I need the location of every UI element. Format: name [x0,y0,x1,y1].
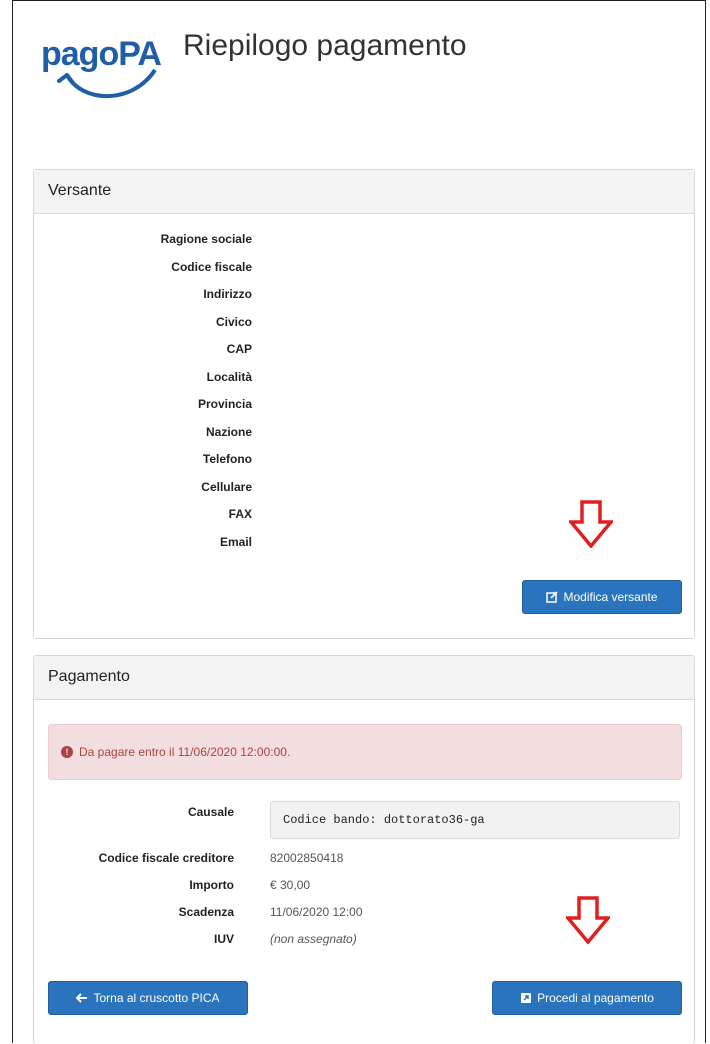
down-arrow-icon [569,500,613,548]
versante-panel: Versante Ragione sociale Codice fiscale … [33,169,695,639]
field-label: Indirizzo [203,287,252,301]
cf-creditore-label: Codice fiscale creditore [98,851,234,865]
field-label: CAP [226,342,252,356]
logo-text: pagoPA [41,35,161,73]
importo-value: € 30,00 [270,878,311,892]
iuv-label: IUV [213,932,234,946]
causale-label: Causale [187,805,234,819]
pagamento-heading: Pagamento [34,656,694,700]
modifica-versante-button[interactable]: Modifica versante [522,580,682,614]
page: pagoPA Riepilogo pagamento Versante Ragi… [12,0,706,1044]
alert-text: Da pagare entro il 11/06/2020 12:00:00. [79,745,291,759]
procedi-pagamento-label: Procedi al pagamento [537,991,654,1005]
field-label: Telefono [202,452,252,466]
importo-label: Importo [189,878,234,892]
down-arrow-icon [566,896,610,944]
versante-heading: Versante [34,170,694,214]
field-label: Provincia [197,397,252,411]
external-link-icon [521,993,532,1003]
field-label: Ragione sociale [160,232,252,246]
deadline-alert: ! Da pagare entro il 11/06/2020 12:00:00… [48,724,682,780]
iuv-value: (non assegnato) [270,932,357,946]
pagamento-panel: Pagamento ! Da pagare entro il 11/06/202… [33,655,695,1044]
header: pagoPA Riepilogo pagamento [13,1,705,131]
field-label: Codice fiscale [171,259,252,274]
torna-cruscotto-button[interactable]: Torna al cruscotto PICA [48,981,248,1015]
arrow-left-icon [76,993,88,1003]
field-label: Civico [215,314,252,329]
torna-cruscotto-label: Torna al cruscotto PICA [93,991,220,1005]
field-label: Cellulare [201,479,252,494]
page-title: Riepilogo pagamento [183,29,467,62]
edit-icon [546,591,559,603]
cf-creditore-value: 82002850418 [270,851,344,865]
field-label: FAX [228,507,252,521]
exclamation-circle-icon: ! [61,746,73,758]
versante-field-list: Ragione sociale Codice fiscale Indirizzo… [34,232,264,562]
modifica-versante-label: Modifica versante [563,590,658,604]
field-label: Email [219,534,252,549]
field-label: Località [206,369,252,384]
pagopa-logo: pagoPA [41,35,162,99]
causale-field: Codice bando: dottorato36-ga [270,801,680,839]
scadenza-value: 11/06/2020 12:00 [270,905,363,919]
procedi-pagamento-button[interactable]: Procedi al pagamento [492,981,682,1015]
field-label: Nazione [205,424,252,439]
scadenza-label: Scadenza [178,905,234,919]
